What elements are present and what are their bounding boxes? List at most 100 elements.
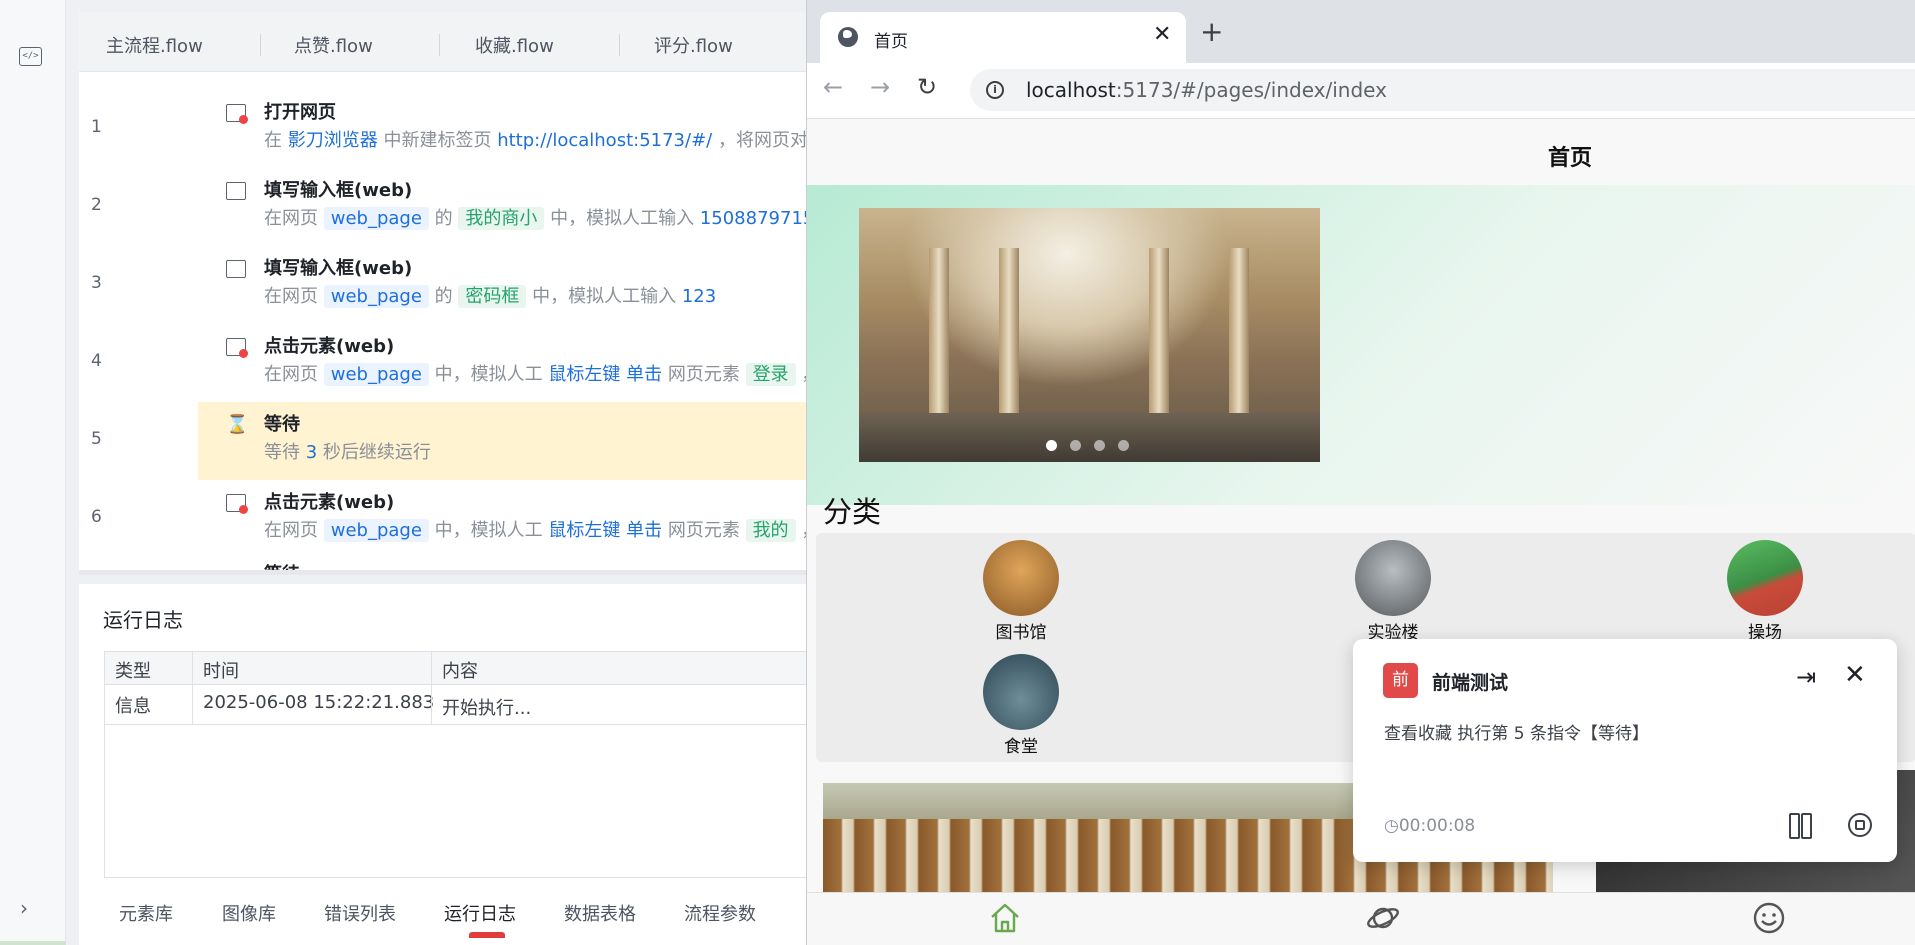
step-number: 1 (91, 117, 102, 137)
tab-image-library[interactable]: 图像库 (222, 900, 276, 926)
step-title: 填写输入框(web) (264, 258, 413, 279)
back-arrow-icon[interactable]: ← (823, 73, 843, 101)
category-label: 图书馆 (995, 623, 1047, 643)
category-library[interactable]: 图书馆 (971, 540, 1071, 643)
reload-icon[interactable]: ↻ (917, 73, 937, 101)
carousel-dot[interactable] (1094, 440, 1105, 451)
step-body[interactable]: 打开网页 在 影刀浏览器 中新建标签页 http://localhost:517… (198, 90, 826, 168)
browser-tab[interactable]: 首页 ✕ (820, 12, 1186, 63)
rail-status-line (0, 941, 66, 945)
tab-divider (439, 34, 440, 56)
step-body[interactable]: 填写输入框(web) 在网页 web_page 的 我的商小 中，模拟人工输入 … (198, 168, 826, 246)
tab-like-flow[interactable]: 点赞.flow (294, 32, 373, 58)
step-title: 填写输入框(web) (264, 180, 413, 201)
step-description: 在网页 web_page 中，模拟人工 鼠标左键 单击 网页元素 登录 ， (264, 360, 819, 386)
step-body[interactable]: 点击元素(web) 在网页 web_page 中，模拟人工 鼠标左键 单击 网页… (198, 324, 819, 402)
step-body[interactable]: 点击元素(web) 在网页 web_page 中，模拟人工 鼠标左键 单击 网页… (198, 480, 819, 558)
elapsed-time: 00:00:08 (1398, 816, 1476, 836)
col-header-content: 内容 (442, 661, 478, 682)
flow-step[interactable]: 等待 (79, 558, 809, 570)
planet-icon[interactable] (1365, 900, 1401, 936)
log-heading: 运行日志 (103, 608, 183, 632)
chevron-right-icon[interactable]: › (20, 896, 28, 920)
flow-step[interactable]: 4 点击元素(web) 在网页 web_page 中，模拟人工 鼠标左键 单击 … (79, 324, 819, 402)
tab-error-list[interactable]: 错误列表 (324, 900, 396, 926)
page-navbar: 首页 (807, 119, 1915, 185)
tab-divider (260, 34, 261, 56)
flow-editor: 主流程.flow 点赞.flow 收藏.flow 评分.flow 1 打开网页 … (79, 12, 826, 575)
notification-message: 查看收藏 执行第 5 条指令【等待】 (1384, 724, 1650, 744)
address-bar[interactable]: i localhost:5173/#/pages/index/index (970, 69, 1915, 111)
hourglass-icon: ⌛ (226, 414, 249, 435)
step-title: 点击元素(web) (264, 492, 395, 513)
flow-step[interactable]: 6 点击元素(web) 在网页 web_page 中，模拟人工 鼠标左键 单击 … (79, 480, 819, 558)
category-label: 食堂 (1004, 737, 1038, 757)
table-row[interactable]: 信息 2025-06-08 15:22:21.883 开始执行... (105, 685, 810, 725)
tab-flow-params[interactable]: 流程参数 (684, 900, 756, 926)
smile-icon[interactable] (1751, 900, 1787, 936)
canteen-thumbnail (983, 654, 1059, 730)
category-playground[interactable]: 操场 (1715, 540, 1815, 643)
step-number: 3 (91, 273, 102, 293)
column-divider (192, 652, 193, 725)
log-table-header: 类型 时间 内容 (105, 652, 810, 685)
carousel-dot[interactable] (1046, 440, 1057, 451)
forward-arrow-icon[interactable]: → (870, 73, 890, 101)
stop-button[interactable] (1848, 813, 1872, 837)
step-body[interactable]: ⌛ 等待 等待 3 秒后继续运行 (198, 402, 809, 480)
active-tab-indicator (469, 932, 505, 938)
step-body[interactable]: 填写输入框(web) 在网页 web_page 的 密码框 中，模拟人工输入 1… (198, 246, 809, 324)
left-rail: </> › (0, 0, 66, 945)
code-icon[interactable]: </> (19, 47, 42, 66)
fill-input-icon (226, 260, 246, 278)
banner-carousel[interactable] (859, 208, 1320, 462)
carousel-dot[interactable] (1070, 440, 1081, 451)
collapse-to-edge-icon[interactable]: ⇥ (1796, 663, 1816, 691)
panel-divider (79, 570, 809, 575)
tab-favorite-flow[interactable]: 收藏.flow (475, 32, 554, 58)
address-url[interactable]: localhost:5173/#/pages/index/index (1026, 78, 1387, 102)
step-description: 在网页 web_page 中，模拟人工 鼠标左键 单击 网页元素 我的 ， (264, 516, 819, 542)
flow-step[interactable]: 2 填写输入框(web) 在网页 web_page 的 我的商小 中，模拟人工输… (79, 168, 826, 246)
page-title: 首页 (1548, 146, 1593, 171)
col-header-type: 类型 (115, 661, 151, 682)
step-description: 在 影刀浏览器 中新建标签页 http://localhost:5173/#/ … (264, 130, 826, 151)
step-number: 4 (91, 351, 102, 371)
tab-element-library[interactable]: 元素库 (119, 900, 173, 926)
info-icon[interactable]: i (986, 81, 1004, 99)
tab-run-log[interactable]: 运行日志 (444, 900, 516, 938)
flow-step-active[interactable]: 5 ⌛ 等待 等待 3 秒后继续运行 (79, 402, 809, 480)
notification-title: 前端测试 (1432, 672, 1509, 694)
step-title: 点击元素(web) (264, 336, 395, 357)
decor (1229, 248, 1249, 428)
elapsed-timer: ◷00:00:08 (1384, 816, 1475, 836)
tab-rating-flow[interactable]: 评分.flow (654, 32, 733, 58)
browser-tab-title: 首页 (874, 32, 908, 52)
tab-main-flow[interactable]: 主流程.flow (106, 32, 203, 58)
category-canteen[interactable]: 食堂 (971, 654, 1071, 757)
close-icon[interactable]: ✕ (1844, 660, 1866, 690)
browser-tabstrip: 首页 ✕ + (807, 0, 1915, 63)
click-element-icon (226, 494, 248, 514)
flow-step[interactable]: 3 填写输入框(web) 在网页 web_page 的 密码框 中，模拟人工输入… (79, 246, 809, 324)
step-title: 打开网页 (264, 102, 336, 123)
playground-thumbnail (1727, 540, 1803, 616)
log-type: 信息 (115, 696, 151, 717)
step-title: 等待 (264, 414, 300, 435)
log-table: 类型 时间 内容 信息 2025-06-08 15:22:21.883 开始执行… (104, 651, 810, 878)
home-icon[interactable] (987, 900, 1023, 936)
click-element-icon (226, 338, 248, 358)
tab-data-table[interactable]: 数据表格 (564, 900, 636, 926)
close-icon[interactable]: ✕ (1153, 22, 1171, 47)
carousel-dot[interactable] (1118, 440, 1129, 451)
section-title: 分类 (823, 495, 882, 529)
flow-tabs: 主流程.flow 点赞.flow 收藏.flow 评分.flow (79, 12, 809, 72)
new-tab-button[interactable]: + (1200, 18, 1223, 46)
step-title: 等待 (264, 560, 300, 570)
step-body[interactable]: 等待 (198, 558, 809, 570)
pause-button[interactable] (1789, 813, 1812, 839)
decor (859, 413, 1320, 462)
category-lab-building[interactable]: 实验楼 (1343, 540, 1443, 643)
step-number: 2 (91, 195, 102, 215)
flow-step[interactable]: 1 打开网页 在 影刀浏览器 中新建标签页 http://localhost:5… (79, 90, 826, 168)
